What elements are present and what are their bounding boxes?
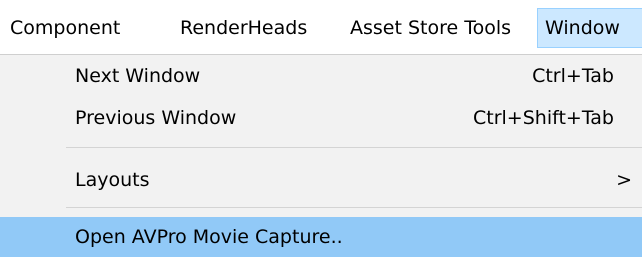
menu-item-label: Layouts [75, 169, 150, 191]
menu-item-label: Previous Window [75, 107, 237, 129]
menu-item-open-avpro-movie-capture[interactable]: Open AVPro Movie Capture.. [0, 217, 642, 257]
menu-item-shortcut: Ctrl+Shift+Tab [473, 107, 614, 129]
menu-separator [66, 147, 642, 148]
menubar-item-renderheads[interactable]: RenderHeads [180, 8, 307, 48]
window-dropdown-menu: Next Window Ctrl+Tab Previous Window Ctr… [0, 54, 642, 257]
menubar-item-asset-store-tools[interactable]: Asset Store Tools [350, 8, 511, 48]
chevron-right-icon: > [616, 169, 632, 191]
menu-item-next-window[interactable]: Next Window Ctrl+Tab [0, 55, 642, 97]
menu-item-shortcut: Ctrl+Tab [532, 65, 614, 87]
menu-item-label: Open AVPro Movie Capture.. [75, 226, 343, 248]
menu-item-label: Next Window [75, 65, 201, 87]
menu-item-previous-window[interactable]: Previous Window Ctrl+Shift+Tab [0, 97, 642, 139]
menu-bar: Component RenderHeads Asset Store Tools … [0, 0, 642, 54]
menubar-item-window[interactable]: Window [537, 8, 642, 48]
menubar-item-component[interactable]: Component [10, 8, 120, 48]
menu-item-layouts[interactable]: Layouts > [0, 159, 642, 201]
menu-separator [66, 207, 642, 208]
